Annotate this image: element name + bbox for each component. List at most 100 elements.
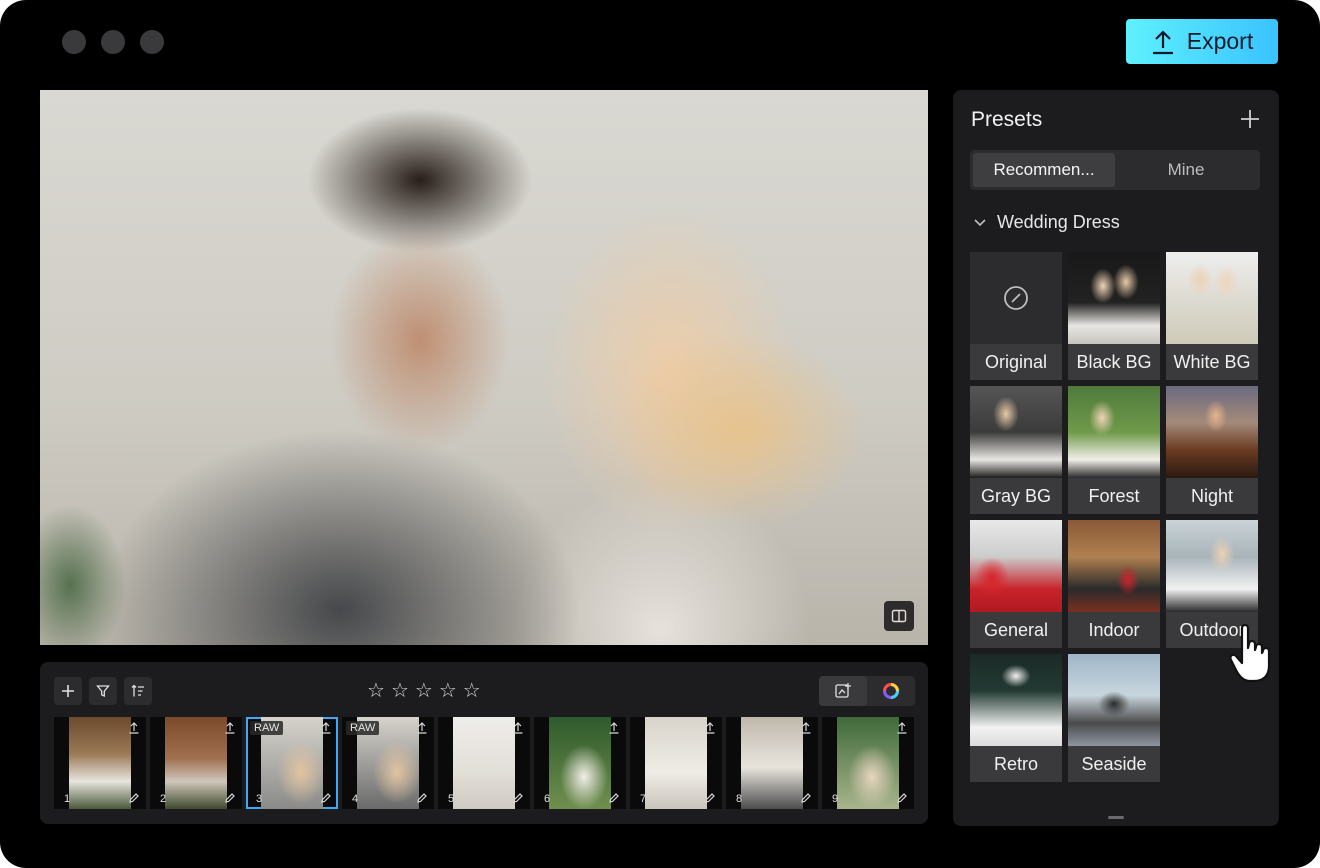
preset-label: Black BG: [1068, 344, 1160, 380]
pencil-icon[interactable]: [224, 792, 236, 804]
thumbnail-image: [645, 717, 707, 809]
preset-card[interactable]: Retro: [970, 654, 1062, 782]
thumbnail-number: 9: [832, 793, 839, 805]
hand-cursor-icon: [1229, 623, 1271, 683]
upload-icon[interactable]: [224, 722, 236, 734]
preset-card[interactable]: Gray BG: [970, 386, 1062, 514]
plus-icon: [62, 685, 74, 697]
color-wheel-icon: [883, 683, 899, 699]
plus-icon: [1241, 110, 1259, 128]
star-icon[interactable]: ☆: [439, 680, 457, 700]
compare-icon: [891, 609, 907, 623]
star-icon[interactable]: ☆: [367, 680, 385, 700]
thumbnail[interactable]: 7: [630, 717, 722, 809]
preset-label: Night: [1166, 478, 1258, 514]
upload-icon[interactable]: [320, 722, 332, 734]
preset-label: Retro: [970, 746, 1062, 782]
tab-mine[interactable]: Mine: [1115, 153, 1257, 187]
preset-label: Seaside: [1068, 746, 1160, 782]
add-preset-button[interactable]: [1239, 108, 1261, 130]
pencil-icon[interactable]: [128, 792, 140, 804]
preset-card[interactable]: Night: [1166, 386, 1258, 514]
preset-label: Forest: [1068, 478, 1160, 514]
thumbnail[interactable]: 9: [822, 717, 914, 809]
add-photo-button[interactable]: [54, 677, 82, 705]
upload-icon[interactable]: [416, 722, 428, 734]
thumbnail[interactable]: RAW 3: [246, 717, 338, 809]
thumbnail-number: 2: [160, 793, 167, 805]
view-tools: [819, 676, 915, 706]
pencil-icon[interactable]: [416, 792, 428, 804]
preset-thumbnail: [970, 386, 1062, 478]
preset-thumbnail: [1068, 520, 1160, 612]
preset-label: Gray BG: [970, 478, 1062, 514]
compare-button[interactable]: [884, 601, 914, 631]
preset-label: White BG: [1166, 344, 1258, 380]
preset-thumbnail: [970, 654, 1062, 746]
filmstrip-panel: ☆ ☆ ☆ ☆ ☆ 1 2 RAW 3 RAW 4 5 6 7 8 9: [40, 662, 928, 824]
upload-icon[interactable]: [800, 722, 812, 734]
raw-badge: RAW: [250, 721, 284, 735]
maximize-dot[interactable]: [140, 30, 164, 54]
preset-label: Indoor: [1068, 612, 1160, 648]
raw-badge: RAW: [346, 721, 380, 735]
thumbnail-image: [837, 717, 899, 809]
star-icon[interactable]: ☆: [391, 680, 409, 700]
preset-grid: Original Black BG White BG Gray BG Forest Nig…: [970, 252, 1258, 782]
tab-recommended[interactable]: Recommen...: [973, 153, 1115, 187]
preset-card[interactable]: White BG: [1166, 252, 1258, 380]
pencil-icon[interactable]: [320, 792, 332, 804]
preset-thumbnail: [1166, 386, 1258, 478]
preset-thumbnail: [1166, 252, 1258, 344]
export-label: Export: [1186, 28, 1254, 54]
thumbnail-image: [453, 717, 515, 809]
thumbnail[interactable]: 5: [438, 717, 530, 809]
pencil-icon[interactable]: [704, 792, 716, 804]
pencil-icon[interactable]: [512, 792, 524, 804]
upload-icon[interactable]: [608, 722, 620, 734]
thumbnail-number: 6: [544, 793, 551, 805]
close-dot[interactable]: [62, 30, 86, 54]
preset-card[interactable]: General: [970, 520, 1062, 648]
upload-icon[interactable]: [512, 722, 524, 734]
preset-card[interactable]: Seaside: [1068, 654, 1160, 782]
preset-thumbnail: [1068, 386, 1160, 478]
preset-card[interactable]: Forest: [1068, 386, 1160, 514]
filter-button[interactable]: [89, 677, 117, 705]
thumbnail-number: 3: [256, 793, 263, 805]
preset-card[interactable]: Original: [970, 252, 1062, 380]
pencil-icon[interactable]: [896, 792, 908, 804]
thumbnail[interactable]: 8: [726, 717, 818, 809]
color-button[interactable]: [867, 676, 915, 706]
preset-thumbnail: [1166, 520, 1258, 612]
thumbnail[interactable]: 2: [150, 717, 242, 809]
thumbnail[interactable]: RAW 4: [342, 717, 434, 809]
export-button[interactable]: Export: [1126, 19, 1278, 64]
chevron-down-icon: [974, 218, 986, 226]
preset-card[interactable]: Indoor: [1068, 520, 1160, 648]
pencil-icon[interactable]: [608, 792, 620, 804]
thumbnail[interactable]: 6: [534, 717, 626, 809]
section-header[interactable]: Wedding Dress: [973, 212, 1120, 233]
upload-icon[interactable]: [896, 722, 908, 734]
preset-thumbnail: [970, 520, 1062, 612]
thumbnail[interactable]: 1: [54, 717, 146, 809]
thumbnail-number: 1: [64, 793, 71, 805]
sort-button[interactable]: [124, 677, 152, 705]
star-icon[interactable]: ☆: [415, 680, 433, 700]
minimize-dot[interactable]: [101, 30, 125, 54]
scroll-handle[interactable]: [1108, 816, 1124, 819]
thumbnail-strip: 1 2 RAW 3 RAW 4 5 6 7 8 9: [54, 717, 914, 809]
presets-panel: Presets Recommen... Mine Wedding Dress O…: [953, 90, 1279, 826]
upload-icon[interactable]: [128, 722, 140, 734]
sort-icon: [131, 684, 144, 697]
thumbnail-image: [549, 717, 611, 809]
import-button[interactable]: [819, 676, 867, 706]
thumbnail-number: 5: [448, 793, 455, 805]
thumbnail-image: [165, 717, 227, 809]
thumbnail-image: [69, 717, 131, 809]
preset-card[interactable]: Black BG: [1068, 252, 1160, 380]
upload-icon[interactable]: [704, 722, 716, 734]
star-icon[interactable]: ☆: [463, 680, 481, 700]
pencil-icon[interactable]: [800, 792, 812, 804]
